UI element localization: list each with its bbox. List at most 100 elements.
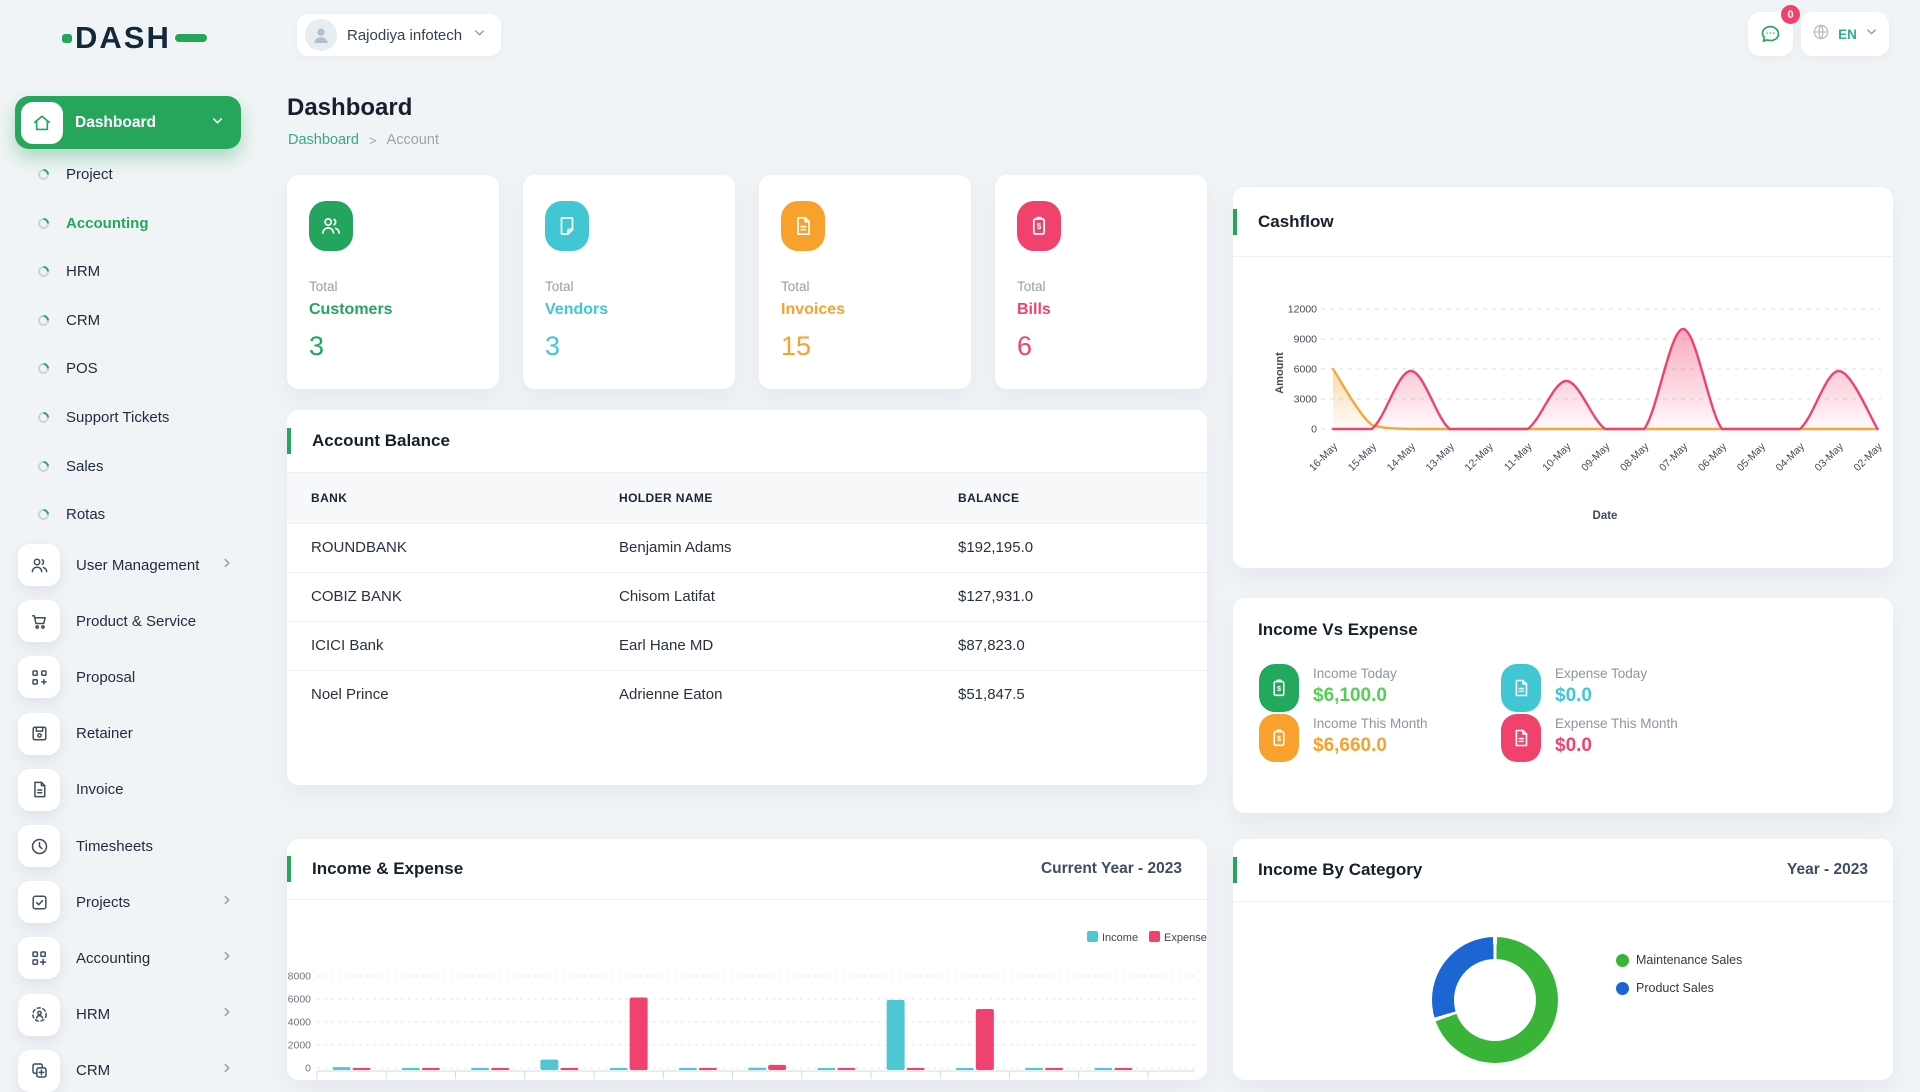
messages-button[interactable]: 0 — [1748, 12, 1793, 56]
income-expense-panel: Income & Expense Current Year - 2023 800… — [287, 839, 1207, 1080]
holder-cell: Benjamin Adams — [595, 523, 934, 572]
stat-label: Income This Month — [1313, 716, 1428, 731]
accent-bar — [1233, 857, 1237, 883]
sidebar-link-sales[interactable]: Sales — [0, 442, 266, 491]
sidebar-item-accounting[interactable]: Accounting — [0, 937, 266, 979]
table-row: ICICI BankEarl Hane MD$87,823.0 — [287, 621, 1207, 670]
column-bank: BANK — [287, 473, 595, 523]
accent-bar — [287, 428, 291, 454]
svg-text:Income: Income — [1102, 932, 1138, 944]
table-row: COBIZ BANKChisom Latifat$127,931.0 — [287, 572, 1207, 621]
stat-card-bills[interactable]: $TotalBills6 — [995, 175, 1207, 389]
sidebar-link-hrm[interactable]: HRM — [0, 247, 266, 296]
bullet-icon — [36, 313, 52, 329]
language-selector[interactable]: EN — [1801, 12, 1889, 56]
svg-text:02-May: 02-May — [1851, 440, 1885, 474]
sidebar-item-label: Retainer — [76, 725, 266, 742]
stat-card-value: 3 — [309, 331, 477, 362]
sidebar-link-support-tickets[interactable]: Support Tickets — [0, 393, 266, 442]
app-logo[interactable]: DASH — [62, 18, 207, 58]
sidebar-item-hrm[interactable]: HRM — [0, 994, 266, 1036]
logo-dash-icon — [175, 34, 207, 42]
bank-cell: Noel Prince — [287, 670, 595, 719]
stat-card-vendors[interactable]: TotalVendors3 — [523, 175, 735, 389]
legend-dot — [1616, 982, 1629, 995]
hrm-icon — [18, 994, 60, 1036]
svg-text:2000: 2000 — [288, 1040, 312, 1052]
sidebar-item-product-service[interactable]: Product & Service — [0, 600, 266, 642]
stat-income-today: $Income Today$6,100.0 — [1259, 664, 1397, 712]
chevron-down-icon — [472, 25, 487, 45]
sidebar-item-proposal[interactable]: Proposal — [0, 656, 266, 698]
svg-text:09-May: 09-May — [1579, 440, 1613, 474]
sidebar-item-retainer[interactable]: Retainer — [0, 713, 266, 755]
globe-icon — [1811, 22, 1831, 47]
stat-label: Income Today — [1313, 666, 1397, 681]
sidebar-link-rotas[interactable]: Rotas — [0, 490, 266, 539]
sidebar-item-label: CRM — [76, 1062, 220, 1079]
legend-label: Product Sales — [1636, 981, 1714, 995]
stat-expense-this-month: Expense This Month$0.0 — [1501, 714, 1678, 762]
clock-icon — [18, 825, 60, 867]
stat-expense-today: Expense Today$0.0 — [1501, 664, 1647, 712]
stat-card-customers[interactable]: TotalCustomers3 — [287, 175, 499, 389]
chevron-right-icon — [220, 949, 234, 968]
sidebar-item-user-management[interactable]: User Management — [0, 544, 266, 586]
sidebar-link-pos[interactable]: POS — [0, 344, 266, 393]
sidebar-item-projects[interactable]: Projects — [0, 881, 266, 923]
sidebar-item-timesheets[interactable]: Timesheets — [0, 825, 266, 867]
sidebar-link-label: Accounting — [66, 215, 149, 232]
svg-text:04-May: 04-May — [1774, 440, 1808, 474]
users-icon — [18, 544, 60, 586]
sidebar-item-label: Product & Service — [76, 613, 266, 630]
svg-text:6000: 6000 — [288, 994, 312, 1006]
stat-label: Expense Today — [1555, 666, 1647, 681]
bullet-icon — [36, 361, 52, 377]
svg-text:$: $ — [1277, 684, 1281, 693]
language-code: EN — [1838, 27, 1857, 42]
balance-cell: $127,931.0 — [934, 572, 1207, 621]
svg-text:16-May: 16-May — [1307, 440, 1341, 474]
account-balance-table: BANK HOLDER NAME BALANCE ROUNDBANKBenjam… — [287, 473, 1207, 719]
income-vs-expense-panel: Income Vs Expense $Income Today$6,100.0E… — [1233, 598, 1893, 813]
projects-icon — [18, 881, 60, 923]
column-balance: BALANCE — [934, 473, 1207, 523]
sidebar-item-dashboard[interactable]: Dashboard — [15, 96, 241, 149]
breadcrumb: Dashboard > Account — [288, 132, 439, 148]
panel-period: Current Year - 2023 — [1041, 860, 1182, 878]
account-balance-panel: Account Balance BANK HOLDER NAME BALANCE… — [287, 410, 1207, 785]
svg-text:05-May: 05-May — [1735, 440, 1769, 474]
sidebar-item-crm[interactable]: CRM — [0, 1050, 266, 1092]
sidebar-link-label: CRM — [66, 312, 100, 329]
customers-icon — [309, 201, 353, 251]
sidebar-item-label: Accounting — [76, 950, 220, 967]
workspace-name: Rajodiya infotech — [347, 27, 462, 44]
holder-cell: Adrienne Eaton — [595, 670, 934, 719]
workspace-dropdown[interactable]: Rajodiya infotech — [296, 13, 502, 57]
bills-icon: $ — [1017, 201, 1061, 251]
svg-text:08-May: 08-May — [1618, 440, 1652, 474]
sidebar-link-label: Project — [66, 166, 113, 183]
sidebar-link-label: HRM — [66, 263, 100, 280]
stat-card-invoices[interactable]: TotalInvoices15 — [759, 175, 971, 389]
expense-file-icon — [1501, 714, 1541, 762]
breadcrumb-link-dashboard[interactable]: Dashboard — [288, 132, 359, 148]
sidebar-link-project[interactable]: Project — [0, 150, 266, 199]
sidebar-link-accounting[interactable]: Accounting — [0, 199, 266, 248]
sidebar: Dashboard Project Accounting HRM CRM POS Supp… — [0, 72, 266, 1080]
panel-title: Income By Category — [1258, 860, 1787, 880]
svg-text:12-May: 12-May — [1462, 440, 1496, 474]
stat-income-this-month: $Income This Month$6,660.0 — [1259, 714, 1428, 762]
svg-text:9000: 9000 — [1294, 334, 1318, 346]
bullet-icon — [36, 507, 52, 523]
stat-value: $6,660.0 — [1313, 735, 1428, 757]
stat-card-name: Vendors — [545, 301, 713, 319]
svg-text:$: $ — [1037, 222, 1042, 231]
sidebar-link-label: Support Tickets — [66, 409, 169, 426]
cashflow-panel: Cashflow 120009000600030000Amount16-May1… — [1233, 187, 1893, 568]
expense-file-icon — [1501, 664, 1541, 712]
sidebar-link-crm[interactable]: CRM — [0, 296, 266, 345]
money-clipboard-icon: $ — [1259, 664, 1299, 712]
sidebar-item-label: Proposal — [76, 669, 266, 686]
sidebar-item-invoice[interactable]: Invoice — [0, 769, 266, 811]
